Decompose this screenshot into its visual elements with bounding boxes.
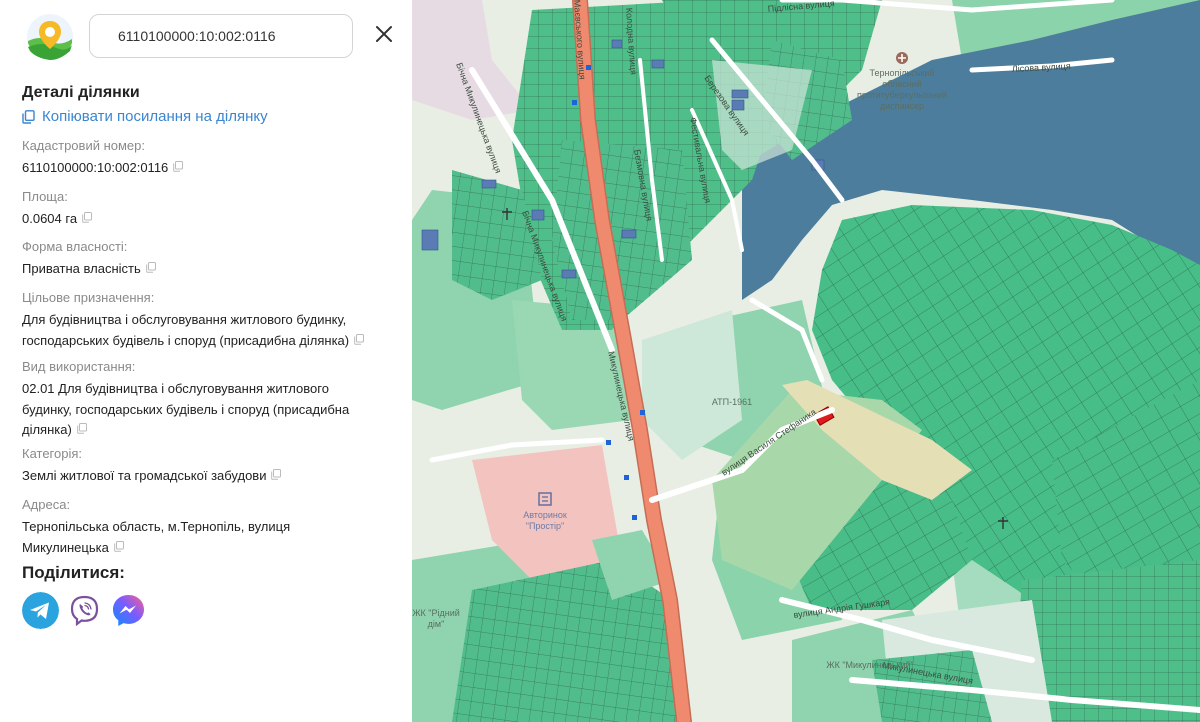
field-label: Категорія:	[22, 446, 83, 461]
share-title: Поділитися:	[22, 563, 125, 582]
copy-icon[interactable]	[145, 262, 156, 273]
field-label: Кадастровий номер:	[22, 138, 145, 153]
field-usage-type: Вид використання: 02.01 Для будівництва …	[22, 359, 392, 441]
copy-icon[interactable]	[114, 540, 124, 552]
copy-icon[interactable]	[354, 333, 365, 345]
messenger-share-button[interactable]	[110, 592, 147, 629]
field-label: Адреса:	[22, 497, 71, 512]
field-label: Вид використання:	[22, 359, 136, 374]
poi-label: Авторинок	[523, 510, 567, 520]
field-value-line: Тернопільська область, м.Тернопіль, вули…	[22, 519, 291, 534]
field-value: 0.0604 га	[22, 211, 78, 226]
map-view[interactable]: Микулинецька вулиця вулиця Василя Стефан…	[412, 0, 1200, 722]
map-canvas[interactable]: Микулинецька вулиця вулиця Василя Стефан…	[412, 0, 1200, 722]
details-title: Деталі ділянки	[22, 84, 140, 101]
poi-label: ЖК "Рідний	[412, 608, 460, 618]
copy-icon[interactable]	[271, 469, 282, 480]
copy-icon[interactable]	[173, 161, 184, 172]
close-icon[interactable]	[372, 22, 396, 46]
poi-label: Тернопільський	[870, 68, 935, 78]
copy-icon[interactable]	[82, 212, 93, 223]
details-sidebar: Деталі ділянки Копіювати посилання на ді…	[0, 0, 412, 722]
poi-label: "Простір"	[526, 521, 565, 531]
hospital-icon	[896, 52, 908, 64]
viber-share-button[interactable]	[66, 592, 103, 629]
telegram-share-button[interactable]	[22, 592, 59, 629]
poi-label: протитуберкульозний	[857, 90, 947, 100]
field-value: Приватна власність	[22, 261, 141, 276]
copy-icon	[22, 109, 35, 124]
field-area: Площа: 0.0604 га	[22, 189, 392, 230]
field-value-line: Микулинецька	[22, 539, 109, 555]
field-label: Форма власності:	[22, 239, 128, 254]
copy-link-label: Копіювати посилання на ділянку	[42, 108, 268, 125]
field-value-line: Для будівництва і обслуговування житлово…	[22, 312, 347, 327]
field-value-line: ділянка)	[22, 422, 72, 437]
field-value: Землі житлової та громадської забудови	[22, 468, 267, 483]
field-value: 6110100000:10:002:0116	[22, 160, 169, 175]
app-logo-icon[interactable]	[26, 13, 74, 61]
field-label: Цільове призначення:	[22, 290, 155, 305]
field-category: Категорія: Землі житлової та громадської…	[22, 446, 392, 487]
field-value-line: господарських будівель і споруд (присади…	[22, 332, 350, 348]
poi-label: ЖК "Микулинецький"	[826, 660, 913, 670]
copy-icon[interactable]	[77, 423, 87, 434]
field-ownership: Форма власності: Приватна власність	[22, 239, 392, 280]
field-label: Площа:	[22, 189, 68, 204]
copy-link-button[interactable]: Копіювати посилання на ділянку	[22, 108, 268, 125]
poi-label: диспансер	[880, 101, 924, 111]
search-input[interactable]	[89, 14, 353, 58]
field-value-line: 02.01 Для будівництва і обслуговування ж…	[22, 381, 329, 396]
field-cadastral-number: Кадастровий номер: 6110100000:10:002:011…	[22, 138, 392, 179]
field-value-line: будинку, господарських будівель і споруд…	[22, 401, 350, 417]
poi-label: АТП-1961	[712, 397, 752, 407]
field-address: Адреса: Тернопільська область, м.Тернопі…	[22, 497, 392, 558]
poi-label: обласний	[882, 79, 922, 89]
poi-label: дім"	[428, 619, 445, 629]
field-purpose: Цільове призначення: Для будівництва і о…	[22, 290, 392, 351]
